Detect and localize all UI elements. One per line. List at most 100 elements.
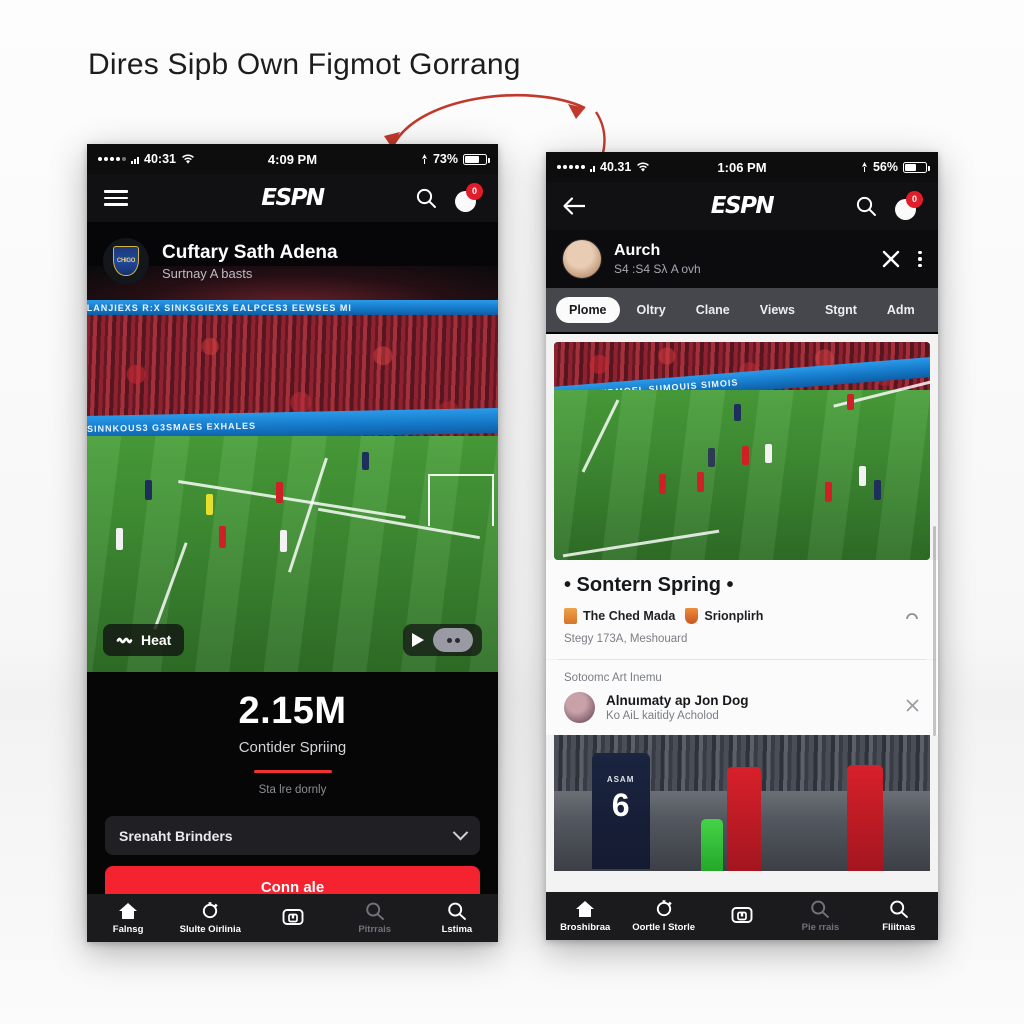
tab-watch-right[interactable] bbox=[703, 905, 781, 928]
status-bar-right: 40.31 1:06 PM 56% bbox=[546, 152, 938, 182]
player-red bbox=[847, 765, 884, 871]
section-meta-row: The Ched Mada Srionplirh bbox=[546, 597, 938, 625]
tab-scores-left[interactable]: Slulte Oirlinia bbox=[169, 901, 251, 935]
tab-home-right[interactable]: Broshibraa bbox=[546, 899, 624, 933]
tab-listings-right[interactable]: Fliitnas bbox=[860, 899, 938, 933]
player-marker bbox=[734, 404, 742, 421]
section-sub-note: Stegy 173A, Meshouard bbox=[564, 633, 688, 645]
nav-bar-left: ESPN 0 bbox=[87, 174, 498, 222]
pill-tab-views[interactable]: Views bbox=[747, 297, 808, 323]
player-marker bbox=[858, 466, 866, 486]
video-player-right[interactable]: VOILS SHIDMOEL SUMOUIS SIMOIS bbox=[554, 342, 930, 560]
stat-label: Contider Spriing bbox=[238, 739, 347, 756]
pitch bbox=[554, 379, 930, 560]
list-card: Sotoomc Art Inemu Alnuımaty ap Jon Dog K… bbox=[546, 660, 938, 735]
search-icon[interactable] bbox=[853, 193, 879, 219]
tab-label: Lstima bbox=[441, 924, 473, 935]
player-marker bbox=[144, 480, 152, 500]
tab-label: Pie rrais bbox=[801, 922, 840, 933]
avatar-icon[interactable]: 0 bbox=[895, 190, 923, 220]
pill-tab-oltry[interactable]: Oltry bbox=[624, 297, 679, 323]
hamburger-menu-icon[interactable] bbox=[103, 185, 129, 211]
heat-flame-icon bbox=[116, 637, 133, 643]
search-icon[interactable] bbox=[413, 185, 439, 211]
tab-portraits-left[interactable]: Pitrrais bbox=[334, 901, 416, 935]
close-icon[interactable] bbox=[880, 248, 902, 270]
heat-badge[interactable]: Heat bbox=[103, 624, 185, 656]
search-icon bbox=[365, 902, 384, 920]
close-icon[interactable] bbox=[905, 698, 920, 717]
pill-tab-plome[interactable]: Plome bbox=[556, 297, 620, 323]
player-marker bbox=[115, 528, 123, 550]
shield-icon bbox=[685, 608, 699, 624]
account-row[interactable]: Aurch S4 :S4 Sλ A ovh bbox=[546, 230, 938, 288]
scores-gear-icon bbox=[656, 900, 672, 917]
list-item-avatar bbox=[564, 692, 595, 723]
arch-refresh-icon[interactable] bbox=[904, 607, 920, 625]
notification-badge: 0 bbox=[906, 190, 923, 208]
list-item-subtitle: Ko AiL kaitidy Acholod bbox=[606, 710, 719, 722]
meta-primary-label: The Ched Mada bbox=[583, 609, 676, 623]
location-arrow-icon bbox=[421, 153, 427, 164]
content-scrollbar[interactable] bbox=[933, 526, 936, 736]
pitch-line bbox=[581, 399, 620, 473]
player-marker bbox=[206, 494, 214, 515]
player-marker bbox=[847, 394, 855, 410]
stat-note: Sta lre dornly bbox=[258, 784, 327, 796]
play-icon[interactable] bbox=[412, 633, 424, 647]
player-marker bbox=[824, 482, 832, 502]
pill-tab-clane[interactable]: Clane bbox=[683, 297, 743, 323]
event-header[interactable]: CHIGO Cuftary Sath Adena Surtnay A basts bbox=[87, 222, 498, 300]
kebab-menu-icon[interactable] bbox=[918, 250, 922, 268]
search-icon bbox=[890, 900, 908, 918]
event-subtitle: Surtnay A basts bbox=[162, 265, 253, 281]
jersey-name: ASAM bbox=[606, 775, 635, 784]
avatar-icon[interactable]: 0 bbox=[455, 182, 483, 212]
tab-portraits-right[interactable]: Pie rrais bbox=[781, 899, 859, 933]
scores-gear-icon bbox=[203, 902, 219, 919]
player-marker bbox=[742, 446, 749, 465]
video-player-left[interactable]: LANJIEXS R:X SINKSGIEXS EALPCES3 EEWSES … bbox=[87, 300, 498, 672]
section-title: • Sontern Spring • bbox=[564, 574, 734, 596]
player-marker bbox=[764, 444, 772, 463]
meta-secondary[interactable]: Srionplirh bbox=[685, 608, 763, 624]
account-text-group: Aurch S4 :S4 Sλ A ovh bbox=[614, 242, 701, 276]
list-item-text-group: Alnuımaty ap Jon Dog Ko AiL kaitidy Acho… bbox=[606, 693, 749, 722]
phone-right: 40.31 1:06 PM 56% ESPN 0 Aurch S4:S4 Sλ… bbox=[546, 152, 938, 940]
right-content-scroll[interactable]: VOILS SHIDMOEL SUMOUIS SIMOIS • Sontern … bbox=[546, 334, 938, 940]
nav-right-group-right: 0 bbox=[853, 190, 923, 220]
player-red bbox=[726, 767, 761, 871]
brinders-dropdown[interactable]: Srenaht Brinders bbox=[105, 816, 480, 855]
player-marker bbox=[280, 530, 288, 552]
back-arrow-icon[interactable] bbox=[562, 193, 588, 219]
tab-listings-left[interactable]: Lstima bbox=[416, 901, 498, 935]
jersey-number: 6 bbox=[611, 787, 630, 823]
tab-home-left[interactable]: Falnsg bbox=[87, 901, 169, 935]
more-toggle-icon[interactable] bbox=[433, 628, 473, 652]
media-controls bbox=[403, 624, 482, 656]
tab-watch-left[interactable] bbox=[251, 907, 333, 930]
photo-card[interactable]: ASAM 6 bbox=[554, 735, 930, 871]
nav-bar-right: ESPN 0 bbox=[546, 182, 938, 230]
status-bar-left: 40:31 4:09 PM 73% bbox=[87, 144, 498, 174]
heat-label: Heat bbox=[141, 632, 172, 648]
meta-primary[interactable]: The Ched Mada bbox=[564, 608, 675, 624]
search-icon bbox=[811, 900, 830, 918]
search-icon bbox=[448, 902, 466, 920]
tab-scores-right[interactable]: Oortle I Storle bbox=[624, 899, 702, 933]
account-avatar bbox=[562, 239, 602, 279]
account-name: Aurch bbox=[614, 242, 661, 259]
stat-divider bbox=[253, 770, 332, 773]
battery-percent-label: 73% bbox=[432, 152, 458, 166]
home-icon bbox=[576, 901, 595, 917]
meta-secondary-label: Srionplirh bbox=[704, 609, 764, 623]
pill-tab-stgnt[interactable]: Stgnt bbox=[812, 297, 870, 323]
nav-right-group-left: 0 bbox=[413, 182, 483, 212]
pill-tab-adm[interactable]: Adm bbox=[874, 297, 928, 323]
location-arrow-icon bbox=[861, 161, 867, 172]
status-right-group: 73% bbox=[421, 152, 490, 166]
page-title: Dires Sipb Own Figmot Gorrang bbox=[88, 48, 521, 81]
list-item[interactable]: Alnuımaty ap Jon Dog Ko AiL kaitidy Acho… bbox=[546, 684, 938, 735]
status-right-group: 56% bbox=[861, 160, 930, 174]
pill-tab-bar: Plome Oltry Clane Views Stgnt Adm bbox=[546, 288, 938, 332]
